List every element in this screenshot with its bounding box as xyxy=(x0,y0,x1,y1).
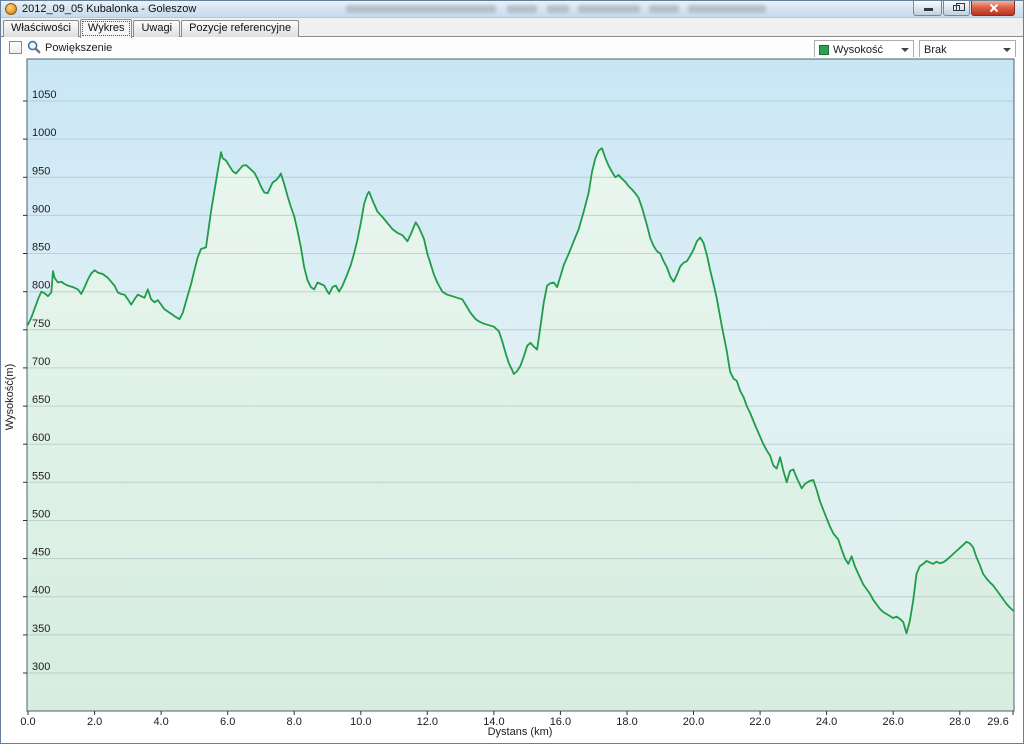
chart-toolbar: Powiększenie Wysokość Brak xyxy=(1,37,1023,58)
svg-text:6.0: 6.0 xyxy=(220,716,235,728)
svg-text:300: 300 xyxy=(32,661,50,673)
svg-text:2.0: 2.0 xyxy=(87,716,102,728)
svg-text:20.0: 20.0 xyxy=(683,716,704,728)
svg-text:950: 950 xyxy=(32,165,50,177)
svg-text:22.0: 22.0 xyxy=(749,716,770,728)
series-color-swatch xyxy=(819,45,829,55)
chart-area: 300 350 400 450 500 550 600 650 700 750 800 850 900 9… xyxy=(1,57,1024,744)
tab-wlasciwosci[interactable]: Właściwości xyxy=(3,20,79,37)
close-button[interactable] xyxy=(971,1,1015,16)
redacted-text-blur xyxy=(547,5,569,13)
zoom-checkbox[interactable] xyxy=(9,41,22,54)
svg-text:29.6: 29.6 xyxy=(987,716,1008,728)
svg-text:650: 650 xyxy=(32,394,50,406)
tab-pozycje-referencyjne[interactable]: Pozycje referencyjne xyxy=(181,20,299,37)
magnifier-icon xyxy=(27,40,41,54)
app-icon xyxy=(5,3,17,15)
redacted-text-blur xyxy=(688,5,766,13)
restore-button[interactable] xyxy=(943,1,970,16)
svg-text:750: 750 xyxy=(32,318,50,330)
x-axis-title: Dystans (km) xyxy=(488,726,553,738)
svg-text:10.0: 10.0 xyxy=(350,716,371,728)
svg-text:16.0: 16.0 xyxy=(550,716,571,728)
svg-text:1000: 1000 xyxy=(32,127,56,139)
svg-text:800: 800 xyxy=(32,280,50,292)
svg-text:18.0: 18.0 xyxy=(616,716,637,728)
svg-text:0.0: 0.0 xyxy=(20,716,35,728)
svg-text:28.0: 28.0 xyxy=(949,716,970,728)
redacted-text-blur xyxy=(649,5,679,13)
window-title: 2012_09_05 Kubalonka - Goleszow xyxy=(22,3,196,15)
svg-text:450: 450 xyxy=(32,547,50,559)
svg-text:1050: 1050 xyxy=(32,89,56,101)
tab-uwagi[interactable]: Uwagi xyxy=(133,20,180,37)
svg-text:500: 500 xyxy=(32,509,50,521)
svg-text:900: 900 xyxy=(32,203,50,215)
redacted-text-blur xyxy=(578,5,640,13)
tab-strip: WłaściwościWykresUwagiPozycje referencyj… xyxy=(1,18,1023,37)
svg-text:12.0: 12.0 xyxy=(417,716,438,728)
secondary-dropdown-value: Brak xyxy=(924,44,999,56)
svg-text:26.0: 26.0 xyxy=(882,716,903,728)
app-window: 2012_09_05 Kubalonka - Goleszow Właściwo… xyxy=(0,0,1024,744)
svg-text:350: 350 xyxy=(32,623,50,635)
minimize-icon xyxy=(924,8,933,11)
chevron-down-icon xyxy=(901,48,909,52)
redacted-text-blur xyxy=(507,5,537,13)
svg-text:8.0: 8.0 xyxy=(287,716,302,728)
titlebar[interactable]: 2012_09_05 Kubalonka - Goleszow xyxy=(1,1,1023,18)
svg-text:24.0: 24.0 xyxy=(816,716,837,728)
chevron-down-icon xyxy=(1003,48,1011,52)
restore-icon xyxy=(953,5,960,11)
svg-text:600: 600 xyxy=(32,432,50,444)
window-controls xyxy=(912,1,1015,16)
svg-text:850: 850 xyxy=(32,242,50,254)
svg-text:550: 550 xyxy=(32,470,50,482)
svg-text:400: 400 xyxy=(32,585,50,597)
series-dropdown-value: Wysokość xyxy=(833,44,897,56)
elevation-chart: 300 350 400 450 500 550 600 650 700 750 800 850 900 9… xyxy=(1,57,1024,744)
zoom-checkbox-label: Powiększenie xyxy=(45,42,112,54)
minimize-button[interactable] xyxy=(913,1,942,16)
tab-wykres[interactable]: Wykres xyxy=(80,19,133,38)
svg-text:700: 700 xyxy=(32,356,50,368)
svg-text:4.0: 4.0 xyxy=(153,716,168,728)
y-axis-title: Wysokość(m) xyxy=(4,364,16,431)
redacted-text-blur xyxy=(346,5,496,13)
